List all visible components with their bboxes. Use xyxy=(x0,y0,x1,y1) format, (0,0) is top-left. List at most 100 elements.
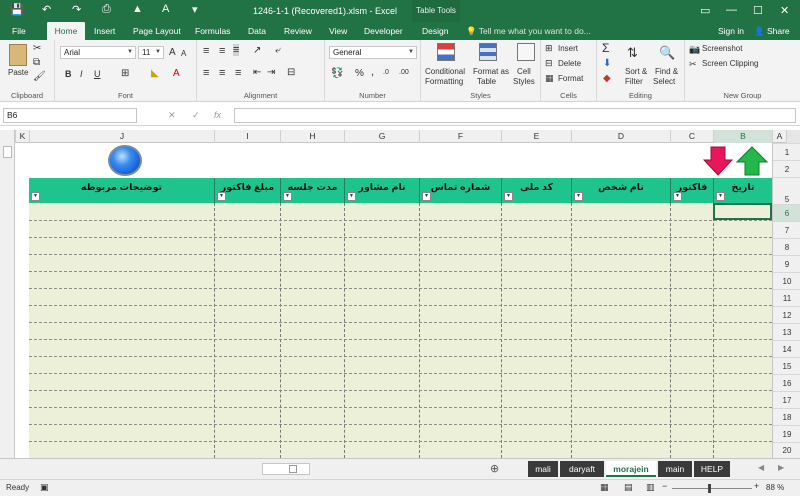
sheet-tab-mali[interactable]: mali xyxy=(528,461,558,477)
page-layout-view-icon[interactable]: ▤ xyxy=(624,482,633,493)
normal-view-icon[interactable]: ▦ xyxy=(600,482,609,493)
row-header[interactable]: 14 xyxy=(773,340,800,357)
header-cell-phone-number[interactable]: شماره تماس ▼ xyxy=(419,178,501,203)
italic-button[interactable]: I xyxy=(80,69,83,79)
zoom-slider-thumb[interactable] xyxy=(708,484,711,493)
print-preview-icon[interactable]: ⎙ xyxy=(102,3,111,16)
redo-icon[interactable]: ↷ xyxy=(72,3,81,16)
row-header[interactable]: 13 xyxy=(773,323,800,340)
tab-design[interactable]: Design xyxy=(420,22,450,40)
clear-icon[interactable]: ◆ xyxy=(603,73,611,84)
row-header[interactable]: 16 xyxy=(773,374,800,391)
horizontal-scrollbar[interactable] xyxy=(262,463,310,475)
ribbon-display-icon[interactable]: ▭ xyxy=(700,4,710,17)
font-name-select[interactable]: Arial ▼ xyxy=(60,46,136,59)
format-as-table-line1[interactable]: Format as xyxy=(473,67,509,76)
row-header[interactable]: 1 xyxy=(773,143,800,160)
sheet-tab-daryaft[interactable]: daryaft xyxy=(560,461,604,477)
tab-data[interactable]: Data xyxy=(246,22,268,40)
column-header-c[interactable]: C xyxy=(670,130,713,143)
table-body[interactable] xyxy=(29,203,772,458)
column-header-k[interactable]: K xyxy=(15,130,29,143)
tab-page-layout[interactable]: Page Layout xyxy=(131,22,183,40)
align-top-icon[interactable]: ≡ xyxy=(203,45,209,57)
fill-color-icon[interactable]: ▲ xyxy=(132,3,143,15)
orientation-icon[interactable]: ↗ xyxy=(253,45,261,56)
header-cell-consultant-name[interactable]: نام مشاور ▼ xyxy=(344,178,419,203)
header-cell-date[interactable]: تاریخ ▼ xyxy=(713,178,772,203)
conditional-formatting-icon[interactable] xyxy=(437,43,455,61)
column-header-a[interactable]: A xyxy=(772,130,786,143)
grow-font-button[interactable]: A xyxy=(169,47,176,58)
filter-dropdown-icon[interactable]: ▼ xyxy=(574,192,583,201)
column-header-b[interactable]: B xyxy=(713,130,772,143)
highlight-icon[interactable]: ◣ xyxy=(151,68,159,79)
column-header-g[interactable]: G xyxy=(344,130,419,143)
format-painter-icon[interactable]: 🖌 xyxy=(33,71,46,82)
undo-icon[interactable]: ↶ xyxy=(42,3,51,16)
row-header[interactable]: 17 xyxy=(773,391,800,408)
tab-view[interactable]: View xyxy=(327,22,349,40)
maximize-button[interactable]: ☐ xyxy=(753,4,763,17)
filter-dropdown-icon[interactable]: ▼ xyxy=(673,192,682,201)
macro-orb-button[interactable] xyxy=(108,145,142,176)
cancel-entry-icon[interactable]: ✕ xyxy=(168,108,176,123)
save-icon[interactable]: 💾 xyxy=(10,3,24,16)
row-header[interactable]: 12 xyxy=(773,306,800,323)
number-format-select[interactable]: General ▼ xyxy=(329,46,417,59)
sheet-tab-main[interactable]: main xyxy=(658,461,692,477)
shrink-font-button[interactable]: A xyxy=(181,49,186,58)
header-cell-invoice-amount[interactable]: مبلغ فاکتور ▼ xyxy=(214,178,280,203)
screenshot-button[interactable]: Screenshot xyxy=(702,44,742,53)
tab-review[interactable]: Review xyxy=(282,22,314,40)
zoom-level[interactable]: 88 % xyxy=(766,483,784,492)
minimize-button[interactable]: — xyxy=(726,4,737,16)
arrow-down-icon[interactable] xyxy=(703,146,733,176)
copy-icon[interactable]: ⧉ xyxy=(33,57,40,68)
conditional-formatting-line1[interactable]: Conditional xyxy=(425,67,465,76)
sort-filter-line2[interactable]: Filter xyxy=(625,77,643,86)
format-as-table-icon[interactable] xyxy=(479,43,497,61)
filter-dropdown-icon[interactable]: ▼ xyxy=(716,192,725,201)
increase-indent-icon[interactable]: ⇥ xyxy=(267,67,275,78)
scroll-thumb[interactable] xyxy=(3,146,12,158)
row-header[interactable]: 2 xyxy=(773,160,800,177)
paste-button[interactable]: Paste xyxy=(8,68,28,77)
font-size-select[interactable]: 11 ▼ xyxy=(138,46,164,59)
tab-developer[interactable]: Developer xyxy=(362,22,405,40)
page-break-view-icon[interactable]: ▥ xyxy=(646,482,655,493)
tell-me-box[interactable]: 💡 Tell me what you want to do... xyxy=(466,22,591,40)
underline-button[interactable]: U xyxy=(94,69,101,79)
row-header[interactable]: 5 xyxy=(773,177,800,204)
filter-dropdown-icon[interactable]: ▼ xyxy=(283,192,292,201)
header-cell-invoice[interactable]: فاکتور ▼ xyxy=(670,178,713,203)
cell-styles-line2[interactable]: Styles xyxy=(513,77,535,86)
sheet-tab-help[interactable]: HELP xyxy=(694,461,730,477)
sort-filter-line1[interactable]: Sort & xyxy=(625,67,647,76)
scroll-tabs-left-icon[interactable]: ◀ xyxy=(758,463,764,472)
insert-function-button[interactable]: fx xyxy=(214,108,221,123)
align-middle-icon[interactable]: ≡ xyxy=(219,45,225,57)
comma-button[interactable]: , xyxy=(371,66,374,78)
font-color-icon[interactable]: A xyxy=(173,68,180,79)
paste-icon[interactable] xyxy=(9,44,27,66)
align-right-icon[interactable]: ≡ xyxy=(235,67,241,79)
decrease-indent-icon[interactable]: ⇤ xyxy=(253,67,261,78)
zoom-out-icon[interactable]: − xyxy=(662,481,667,491)
filter-dropdown-icon[interactable]: ▼ xyxy=(422,192,431,201)
row-header[interactable]: 6 xyxy=(773,204,800,221)
column-header-i[interactable]: I xyxy=(214,130,280,143)
name-box[interactable]: B6 xyxy=(3,108,137,123)
row-header[interactable]: 8 xyxy=(773,238,800,255)
column-header-f[interactable]: F xyxy=(419,130,501,143)
row-header[interactable]: 18 xyxy=(773,408,800,425)
select-all-corner[interactable] xyxy=(786,130,800,143)
row-header[interactable]: 9 xyxy=(773,255,800,272)
filter-dropdown-icon[interactable]: ▼ xyxy=(31,192,40,201)
sign-in-link[interactable]: Sign in xyxy=(716,22,746,40)
column-header-e[interactable]: E xyxy=(501,130,571,143)
format-as-table-line2[interactable]: Table xyxy=(477,77,496,86)
header-cell-person-name[interactable]: نام شخص ▼ xyxy=(571,178,670,203)
currency-icon[interactable]: 💱 xyxy=(331,68,343,79)
conditional-formatting-line2[interactable]: Formatting xyxy=(425,77,463,86)
